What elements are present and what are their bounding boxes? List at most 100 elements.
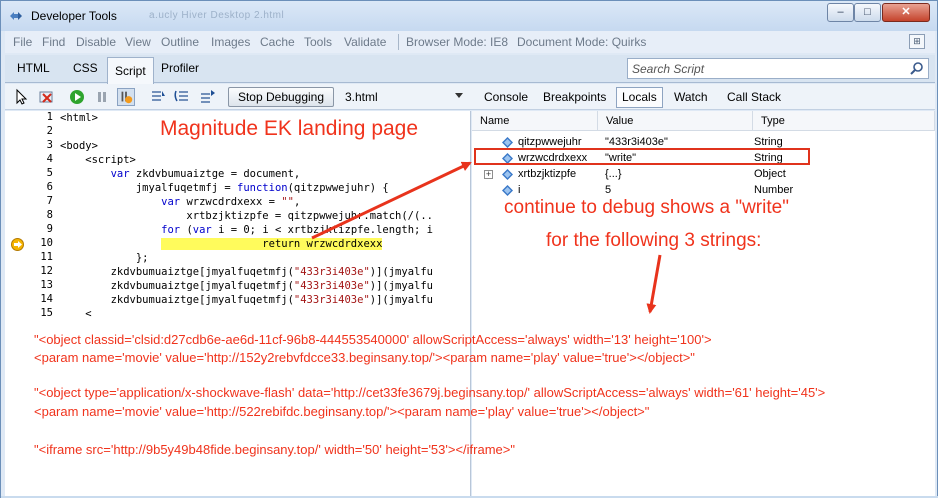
search-input[interactable] <box>632 61 902 76</box>
local-value: "433r3i403e" <box>605 136 668 148</box>
menu-tools[interactable]: Tools <box>304 35 332 49</box>
window-title: Developer Tools <box>31 9 117 23</box>
annotation-code-line: "<object type='application/x-shockwave-f… <box>34 385 826 400</box>
pause-icon[interactable] <box>93 88 111 106</box>
line-number: 13 <box>40 279 53 291</box>
line-number: 1 <box>46 111 53 123</box>
stop-debugging-button[interactable]: Stop Debugging <box>228 87 334 107</box>
tab-profiler[interactable]: Profiler <box>161 61 199 75</box>
script-file-select[interactable]: 3.html <box>345 90 378 104</box>
code-line: <body> <box>60 140 98 152</box>
close-button[interactable]: ✕ <box>882 3 930 22</box>
line-number: 12 <box>40 265 53 277</box>
maximize-button[interactable]: □ <box>854 3 881 22</box>
annotation-code-line: "<object classid='clsid:d27cdb6e-ae6d-11… <box>34 332 712 347</box>
menu-browser-mode[interactable]: Browser Mode: IE8 <box>406 35 508 49</box>
select-element-icon[interactable] <box>13 88 31 106</box>
tab-console[interactable]: Console <box>484 90 528 104</box>
local-type: Number <box>754 184 794 196</box>
step-over-icon[interactable] <box>174 88 192 106</box>
code-line: zkdvbumuaiztge[jmyalfuqetmfj("433r3i403e… <box>60 294 433 306</box>
menu-images[interactable]: Images <box>211 35 250 49</box>
chevron-down-icon[interactable] <box>455 93 463 98</box>
tab-watch[interactable]: Watch <box>674 90 708 104</box>
search-box <box>627 58 929 79</box>
menu-disable[interactable]: Disable <box>76 35 116 49</box>
locals-pane: Name Value Type qitzpwwejuhr "433r3i403e… <box>472 111 935 496</box>
line-number: 3 <box>46 139 53 151</box>
current-line-highlight: return wrzwcdrdxexx <box>161 238 383 250</box>
step-out-icon[interactable] <box>198 88 216 106</box>
menu-cache[interactable]: Cache <box>260 35 295 49</box>
expand-icon[interactable]: + <box>484 170 493 179</box>
step-into-icon[interactable] <box>149 88 167 106</box>
search-icon[interactable] <box>909 61 925 77</box>
code-line: }; <box>60 252 149 264</box>
menu-outline[interactable]: Outline <box>161 35 199 49</box>
annotation-title: Magnitude EK landing page <box>160 117 419 140</box>
line-number: 7 <box>46 195 53 207</box>
code-line: xrtbzjktizpfe = qitzpwwejuhr.match(/(.. <box>60 210 433 222</box>
code-line-current: return wrzwcdrdxexx <box>60 237 383 251</box>
code-line: for (var i = 0; i < xrtbzjktizpfe.length… <box>161 224 434 236</box>
continue-icon[interactable] <box>68 88 86 106</box>
highlight-box-write-variable <box>474 148 810 165</box>
developer-tools-window: Developer Tools a.ucly Hiver Desktop 2.h… <box>0 0 938 498</box>
menu-document-mode[interactable]: Document Mode: Quirks <box>517 35 646 49</box>
line-number: 11 <box>40 251 53 263</box>
code-line: var zkdvbumuaiztge = document, <box>110 168 301 180</box>
column-header-name[interactable]: Name <box>472 111 598 131</box>
annotation-code-line: <param name='movie' value='http://152y2r… <box>34 350 695 365</box>
variable-icon <box>502 137 513 148</box>
menu-file[interactable]: File <box>13 35 32 49</box>
tab-breakpoints[interactable]: Breakpoints <box>543 90 606 104</box>
menu-separator <box>398 34 399 50</box>
code-line: zkdvbumuaiztge[jmyalfuqetmfj("433r3i403e… <box>60 280 433 292</box>
tab-call-stack[interactable]: Call Stack <box>727 90 781 104</box>
tab-locals[interactable]: Locals <box>616 87 663 108</box>
title-bar: Developer Tools a.ucly Hiver Desktop 2.h… <box>1 1 937 31</box>
menu-find[interactable]: Find <box>42 35 65 49</box>
line-number: 14 <box>40 293 53 305</box>
menu-validate[interactable]: Validate <box>344 35 386 49</box>
local-type: String <box>754 136 783 148</box>
line-number: 8 <box>46 209 53 221</box>
menu-view[interactable]: View <box>125 35 151 49</box>
code-line-indent <box>60 238 161 250</box>
annotation-code-line: <param name='movie' value='http://522reb… <box>34 404 650 419</box>
break-on-error-icon[interactable] <box>117 88 135 106</box>
line-number: 10 <box>40 237 53 249</box>
clear-breakpoints-icon[interactable] <box>38 88 56 106</box>
code-line: <html> <box>60 112 98 124</box>
code-line: var wrzwcdrdxexx = "", <box>161 196 301 208</box>
code-pane[interactable]: 1 2 3 4 5 6 7 8 9 10 11 12 13 14 15 <htm… <box>5 111 471 496</box>
line-number: 4 <box>46 153 53 165</box>
local-value: 5 <box>605 184 612 196</box>
window-title-ghost: a.ucly Hiver Desktop 2.html <box>149 10 285 21</box>
tab-css[interactable]: CSS <box>73 61 98 75</box>
local-value: {...} <box>605 168 622 180</box>
tab-html[interactable]: HTML <box>17 61 50 75</box>
annotation-code-line: "<iframe src='http://9b5y49b48fide.begin… <box>34 442 515 457</box>
line-number: 2 <box>46 125 53 137</box>
pin-icon[interactable]: ⊞ <box>909 34 925 49</box>
script-toolbar: Stop Debugging 3.html Console Breakpoint… <box>5 84 935 110</box>
line-number: 9 <box>46 223 53 235</box>
tab-script[interactable]: Script <box>107 57 154 84</box>
minimize-button[interactable]: – <box>827 3 854 22</box>
menu-bar: File Find Disable View Outline Images Ca… <box>5 31 935 53</box>
line-number-gutter[interactable]: 1 2 3 4 5 6 7 8 9 10 11 12 13 14 15 <box>5 111 57 496</box>
line-number: 15 <box>40 307 53 319</box>
local-name: i <box>518 184 521 196</box>
code-line: jmyalfuqetmfj = function(qitzpwwejuhr) { <box>60 182 389 194</box>
code-line: <script> <box>60 154 136 166</box>
annotation-note-line1: continue to debug shows a "write" <box>504 197 789 218</box>
line-number: 5 <box>46 167 53 179</box>
column-header-value[interactable]: Value <box>598 111 753 131</box>
main-tab-bar: HTML CSS Script Profiler <box>5 55 935 84</box>
locals-row[interactable]: + xrtbzjktizpfe {...} Object <box>472 167 935 183</box>
code-line: < <box>60 308 92 320</box>
current-line-arrow-icon <box>11 238 24 251</box>
column-header-type[interactable]: Type <box>753 111 935 131</box>
annotation-note-line2: for the following 3 strings: <box>546 230 762 251</box>
